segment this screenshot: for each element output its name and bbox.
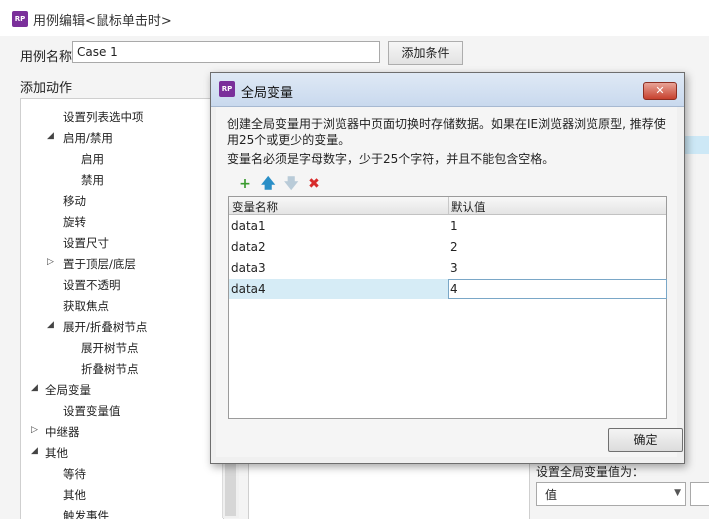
set-variable-label: 设置全局变量值为： — [536, 465, 645, 479]
move-down-icon[interactable]: 🡇 — [284, 177, 298, 191]
dialog-title: 全局变量 — [241, 86, 294, 101]
table-row[interactable]: data2 2 — [229, 237, 666, 257]
global-variables-dialog: RP 全局变量 ✕ 创建全局变量用于浏览器中页面切换时存储数据。如果在IE浏览器… — [210, 72, 685, 464]
value-input[interactable] — [690, 482, 709, 506]
action-tree: 设置列表选中项 ◢ 启用/禁用启用禁用移动旋转设置尺寸 ▷ 置于顶层/底层 设置不透明获取… — [20, 98, 224, 519]
add-variable-icon[interactable]: + — [238, 177, 252, 191]
value-type-select[interactable]: 值 ▼ — [536, 482, 686, 506]
tree-expand-icon[interactable]: ▷ — [47, 257, 54, 267]
default-value-cell[interactable]: 3 — [450, 261, 458, 275]
tree-expand-icon[interactable]: ◢ — [31, 383, 38, 393]
tree-item[interactable]: 启用 — [81, 151, 104, 167]
tree-item[interactable]: 中继器 — [45, 424, 80, 440]
dialog-logo-icon: RP — [219, 81, 235, 97]
table-row-selected[interactable]: data4 4 — [229, 279, 667, 299]
tree-item[interactable]: 获取焦点 — [63, 298, 109, 314]
tree-item[interactable]: 设置尺寸 — [63, 235, 109, 251]
table-row[interactable]: data1 1 — [229, 216, 666, 236]
tree-item[interactable]: 其他 — [45, 445, 68, 461]
variables-table: 变量名称 默认值 data1 1 data2 2 data3 3 data4 4 — [228, 196, 667, 419]
case-name-input[interactable]: Case 1 — [72, 41, 380, 63]
default-value-cell[interactable]: 1 — [450, 219, 458, 233]
default-value-cell[interactable]: 4 — [450, 282, 458, 296]
tree-item[interactable]: 启用/禁用 — [63, 130, 113, 146]
variable-name-cell[interactable]: data2 — [231, 240, 266, 254]
close-button[interactable]: ✕ — [643, 82, 677, 100]
variable-name-cell[interactable]: data1 — [231, 219, 266, 233]
add-action-label: 添加动作 — [20, 81, 73, 96]
column-header-name[interactable]: 变量名称 — [232, 199, 278, 215]
dialog-description: 创建全局变量用于浏览器中页面切换时存储数据。如果在IE浏览器浏览原型, 推荐使用… — [227, 117, 666, 147]
tree-item[interactable]: 折叠树节点 — [81, 361, 139, 377]
tree-item[interactable]: 设置不透明 — [63, 277, 121, 293]
chevron-down-icon: ▼ — [674, 488, 681, 498]
close-icon: ✕ — [655, 84, 665, 97]
default-value-editor[interactable] — [448, 279, 667, 299]
tree-item[interactable]: 触发事件 — [63, 508, 109, 519]
tree-item[interactable]: 设置变量值 — [63, 403, 121, 419]
add-condition-button[interactable]: 添加条件 — [388, 41, 463, 65]
table-row[interactable]: data3 3 — [229, 258, 666, 278]
tree-item[interactable]: 设置列表选中项 — [63, 109, 144, 125]
tree-item[interactable]: 展开树节点 — [81, 340, 139, 356]
dialog-naming-rule: 变量名必须是字母数字，少于25个字符，并且不能包含空格。 — [227, 152, 555, 166]
tree-item[interactable]: 其他 — [63, 487, 86, 503]
table-header: 变量名称 默认值 — [229, 197, 666, 215]
column-header-default[interactable]: 默认值 — [451, 199, 486, 215]
tree-item[interactable]: 置于顶层/底层 — [63, 256, 136, 272]
tree-item[interactable]: 移动 — [63, 193, 86, 209]
dialog-titlebar[interactable]: RP 全局变量 ✕ — [211, 73, 684, 107]
ok-button[interactable]: 确定 — [608, 428, 683, 452]
outer-titlebar: RP 用例编辑<鼠标单击时> — [0, 0, 709, 36]
dialog-body: 创建全局变量用于浏览器中页面切换时存储数据。如果在IE浏览器浏览原型, 推荐使用… — [216, 107, 683, 457]
tree-expand-icon[interactable]: ◢ — [47, 131, 54, 141]
column-divider[interactable] — [448, 197, 449, 214]
delete-variable-icon[interactable]: ✖ — [307, 177, 321, 191]
default-value-cell[interactable]: 2 — [450, 240, 458, 254]
tree-item[interactable]: 旋转 — [63, 214, 86, 230]
move-up-icon[interactable]: 🡅 — [261, 177, 275, 191]
variable-name-cell[interactable]: data4 — [231, 282, 266, 296]
tree-expand-icon[interactable]: ▷ — [31, 425, 38, 435]
app-logo-icon: RP — [12, 11, 28, 27]
value-type-selected: 值 — [545, 488, 558, 502]
tree-item[interactable]: 全局变量 — [45, 382, 91, 398]
variable-name-cell[interactable]: data3 — [231, 261, 266, 275]
tree-expand-icon[interactable]: ◢ — [47, 320, 54, 330]
tree-expand-icon[interactable]: ◢ — [31, 446, 38, 456]
case-name-value: Case 1 — [77, 45, 118, 59]
window-title: 用例编辑<鼠标单击时> — [33, 14, 172, 29]
tree-item[interactable]: 等待 — [63, 466, 86, 482]
tree-item[interactable]: 展开/折叠树节点 — [63, 319, 147, 335]
tree-item[interactable]: 禁用 — [81, 172, 104, 188]
case-name-label: 用例名称 — [20, 50, 73, 65]
